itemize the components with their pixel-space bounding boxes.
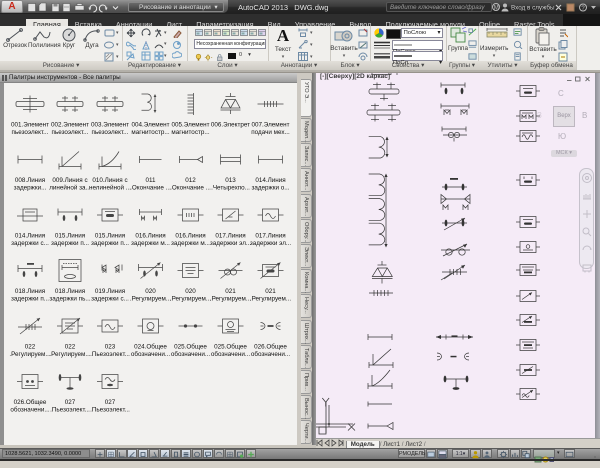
svg-text:.Пьезоэлект...: .Пьезоэлект... [90,351,130,358]
svg-text:025.Общее: 025.Общее [214,343,247,351]
svg-text:обозначени...: обозначени... [211,350,251,358]
svg-text:007.Элемент: 007.Элемент [252,122,290,129]
svg-text:магнитостр...: магнитостр... [131,129,169,136]
svg-text:задержки с...: задержки с... [91,295,129,302]
svg-text:обозначени...: обозначени... [171,350,211,358]
svg-text:018.Линия: 018.Линия [55,288,85,295]
svg-text:задержки с...: задержки с... [11,240,49,247]
svg-text:022: 022 [65,344,76,351]
svg-text:обозначени...: обозначени... [10,405,50,413]
svg-text:.Пьезоэлект...: .Пьезоэлект... [90,406,130,413]
svg-text:.Четырехпо...: .Четырехпо... [211,184,250,191]
svg-text:014.Линия: 014.Линия [15,233,45,240]
svg-text:001.Элемент: 001.Элемент [11,122,49,129]
svg-text:010.Линия с: 010.Линия с [92,177,127,184]
svg-text:017.Линия: 017.Линия [255,233,285,240]
svg-text:задержки п...: задержки п... [51,240,89,247]
svg-text:.Регулируем...: .Регулируем... [9,351,51,358]
svg-text:021: 021 [265,288,276,295]
svg-text:026.Общее: 026.Общее [254,343,287,351]
svg-text:004.Элемент: 004.Элемент [132,122,170,129]
svg-text:пьезоэлект...: пьезоэлект... [12,129,49,136]
svg-text:023: 023 [105,344,116,351]
svg-text:подачи мех...: подачи мех... [251,129,290,136]
svg-text:019.Линия: 019.Линия [95,288,125,295]
svg-text:задержки м...: задержки м... [131,240,170,247]
svg-text:магнитостр...: магнитостр... [171,129,209,136]
svg-text:задержки...: задержки... [14,184,47,191]
svg-text:.Регулируем...: .Регулируем... [130,295,172,302]
svg-text:020: 020 [185,288,196,295]
svg-text:обозначени...: обозначени... [131,350,171,358]
svg-text:нелинейной ...: нелинейной ... [89,183,131,191]
svg-text:016.Линия: 016.Линия [175,233,205,240]
svg-text:027: 027 [65,399,76,406]
svg-text:003.Элемент: 003.Элемент [91,122,129,129]
svg-text:017.Линия: 017.Линия [215,233,245,240]
svg-text:.Регулируем...: .Регулируем... [49,351,91,358]
svg-text:задержки эл...: задержки эл... [250,240,292,247]
svg-text:.Регулируем...: .Регулируем... [170,295,212,302]
svg-text:задержки м...: задержки м... [171,240,210,247]
svg-text:задержки эл...: задержки эл... [210,240,252,247]
svg-text:задержки о...: задержки о... [251,184,289,191]
svg-text:пьезоэлект...: пьезоэлект... [52,129,89,136]
svg-text:020: 020 [145,288,156,295]
svg-text:014.Линия: 014.Линия [255,177,285,184]
svg-text:024.Общее: 024.Общее [134,343,167,351]
svg-text:002.Элемент: 002.Элемент [51,122,89,129]
svg-text:008.Линия: 008.Линия [15,177,45,184]
svg-text:задержки п...: задержки п... [11,295,49,302]
svg-text:задержки пь...: задержки пь... [49,295,90,302]
svg-text:Вход в службы: Вход в службы [511,4,555,12]
svg-text:021: 021 [225,288,236,295]
svg-text:?: ? [581,6,585,12]
svg-text:011: 011 [145,177,156,184]
svg-text:025.Общее: 025.Общее [174,343,207,351]
svg-text:026.Общее: 026.Общее [14,398,47,406]
svg-text:.Окончание ...: .Окончание ... [130,184,171,191]
svg-text:обозначени...: обозначени... [251,350,291,358]
svg-text:задержки п...: задержки п... [91,240,129,247]
svg-text:.Регулируем...: .Регулируем... [210,295,252,302]
svg-text:.Регулируем...: .Регулируем... [250,295,292,302]
svg-text:009.Линия с: 009.Линия с [52,177,87,184]
svg-text:пьезоэлект...: пьезоэлект... [92,129,129,136]
svg-text:линейной за...: линейной за... [49,183,91,191]
svg-text:012: 012 [185,177,196,184]
svg-text:.Пьезоэлект...: .Пьезоэлект... [50,406,90,413]
svg-text:.Окончание ...: .Окончание ... [170,184,211,191]
svg-text:013: 013 [225,177,236,184]
svg-text:006.Электрет: 006.Электрет [211,122,250,129]
svg-text:016.Линия: 016.Линия [135,233,165,240]
svg-text:027: 027 [105,399,116,406]
svg-text:018.Линия: 018.Линия [15,288,45,295]
svg-text:005.Элемент: 005.Элемент [172,122,210,129]
svg-text:022: 022 [25,344,36,351]
svg-text:M: M [494,6,499,12]
svg-text:015.Линия: 015.Линия [95,233,125,240]
svg-text:015.Линия: 015.Линия [55,233,85,240]
